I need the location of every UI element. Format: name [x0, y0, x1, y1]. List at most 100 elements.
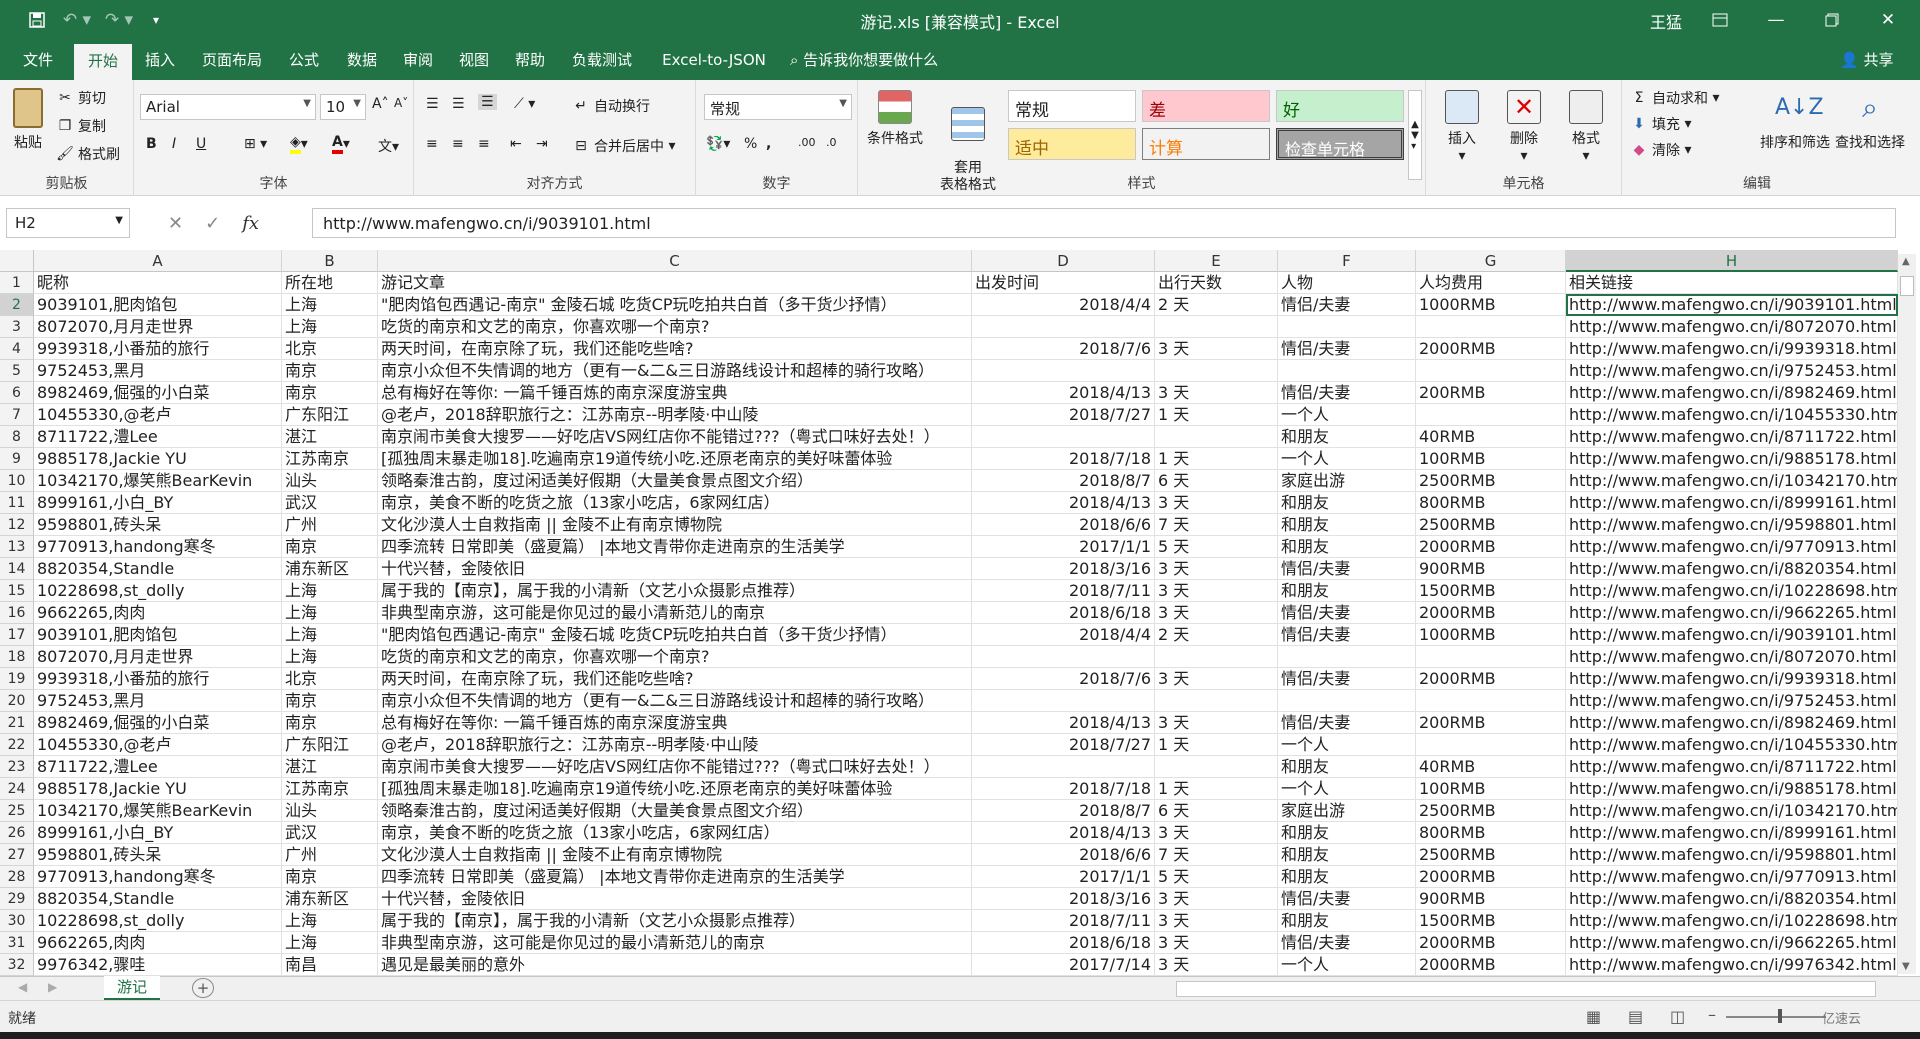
tell-me-search[interactable]: ⌕ 告诉我你想要做什么 — [790, 40, 938, 80]
table-cell[interactable]: 10455330,@老卢 — [34, 734, 282, 756]
table-cell[interactable]: 浦东新区 — [282, 558, 378, 580]
table-cell[interactable]: 2000RMB — [1416, 536, 1566, 558]
format-cells-button[interactable]: 格式 ▾ — [1558, 90, 1614, 164]
table-cell[interactable]: 和朋友 — [1278, 910, 1416, 932]
column-header-h[interactable]: H — [1566, 250, 1898, 272]
formula-input[interactable]: http://www.mafengwo.cn/i/9039101.html — [312, 208, 1896, 238]
insert-function-icon[interactable]: fx — [242, 213, 259, 234]
select-all-corner[interactable] — [0, 250, 34, 272]
table-cell[interactable]: 2018/6/18 — [972, 932, 1155, 954]
table-cell[interactable]: http://www.mafengwo.cn/i/10228698.html — [1566, 910, 1898, 932]
table-cell[interactable]: 2000RMB — [1416, 668, 1566, 690]
style-neutral[interactable]: 适中 — [1008, 128, 1136, 160]
table-cell[interactable]: 7 天 — [1155, 514, 1278, 536]
table-cell[interactable]: 1 天 — [1155, 448, 1278, 470]
table-cell[interactable]: 10228698,st_dolly — [34, 580, 282, 602]
phonetic-icon[interactable]: 文▾ — [378, 136, 399, 156]
table-cell[interactable]: 一个人 — [1278, 734, 1416, 756]
table-cell[interactable]: 两天时间，在南京除了玩，我们还能吃些啥? — [378, 668, 972, 690]
row-header-24[interactable]: 24 — [0, 778, 34, 800]
table-cell[interactable]: 十代兴替，金陵依旧 — [378, 888, 972, 910]
row-header-30[interactable]: 30 — [0, 910, 34, 932]
row-header-3[interactable]: 3 — [0, 316, 34, 338]
table-cell[interactable] — [1278, 360, 1416, 382]
table-cell[interactable]: 2018/4/13 — [972, 822, 1155, 844]
autosum-button[interactable]: Σ 自动求和 ▾ — [1630, 88, 1720, 108]
table-cell[interactable]: 一个人 — [1278, 404, 1416, 426]
table-cell[interactable]: 情侣/夫妻 — [1278, 294, 1416, 316]
table-cell[interactable]: 和朋友 — [1278, 756, 1416, 778]
table-cell[interactable]: 2018/6/6 — [972, 514, 1155, 536]
restore-icon[interactable] — [1804, 0, 1860, 40]
style-calculation[interactable]: 计算 — [1142, 128, 1270, 160]
table-cell[interactable]: 10342170,爆笑熊BearKevin — [34, 470, 282, 492]
table-cell[interactable]: 1500RMB — [1416, 910, 1566, 932]
table-cell[interactable]: 遇见是最美丽的意外 — [378, 954, 972, 976]
tab-view[interactable]: 视图 — [452, 40, 496, 80]
bold-button[interactable]: B — [146, 136, 157, 152]
table-cell[interactable]: 2500RMB — [1416, 800, 1566, 822]
style-check-cell[interactable]: 检查单元格 — [1276, 128, 1404, 160]
table-cell[interactable]: 2018/6/6 — [972, 844, 1155, 866]
table-cell[interactable]: 一个人 — [1278, 448, 1416, 470]
column-header-e[interactable]: E — [1155, 250, 1278, 272]
table-cell[interactable] — [1416, 690, 1566, 712]
tab-load-test[interactable]: 负载测试 — [566, 40, 638, 80]
italic-button[interactable]: I — [172, 136, 176, 152]
table-cell[interactable]: 领略秦淮古韵，度过闲适美好假期（大量美食景点图文介绍） — [378, 800, 972, 822]
table-cell[interactable]: 和朋友 — [1278, 492, 1416, 514]
row-header-15[interactable]: 15 — [0, 580, 34, 602]
column-header-g[interactable]: G — [1416, 250, 1566, 272]
align-left-icon[interactable]: ≡ — [426, 136, 438, 152]
table-cell[interactable]: 3 天 — [1155, 822, 1278, 844]
table-cell[interactable]: 2500RMB — [1416, 514, 1566, 536]
column-header-c[interactable]: C — [378, 250, 972, 272]
table-cell[interactable]: 上海 — [282, 910, 378, 932]
table-cell[interactable]: 汕头 — [282, 470, 378, 492]
table-cell[interactable]: 2018/4/13 — [972, 712, 1155, 734]
table-cell[interactable]: http://www.mafengwo.cn/i/9770913.html — [1566, 866, 1898, 888]
table-cell[interactable]: 南京，美食不断的吃货之旅（13家小吃店，6家网红店） — [378, 822, 972, 844]
row-header-25[interactable]: 25 — [0, 800, 34, 822]
table-cell[interactable]: http://www.mafengwo.cn/i/8999161.html — [1566, 822, 1898, 844]
table-cell[interactable]: http://www.mafengwo.cn/i/9662265.html — [1566, 932, 1898, 954]
row-header-1[interactable]: 1 — [0, 272, 34, 294]
table-cell[interactable]: 200RMB — [1416, 712, 1566, 734]
table-cell[interactable]: 10342170,爆笑熊BearKevin — [34, 800, 282, 822]
table-cell[interactable]: 江苏南京 — [282, 448, 378, 470]
table-cell[interactable]: 和朋友 — [1278, 536, 1416, 558]
table-cell[interactable]: 3 天 — [1155, 954, 1278, 976]
table-cell[interactable]: 5 天 — [1155, 536, 1278, 558]
currency-icon[interactable]: 💱▾ — [706, 136, 730, 152]
table-cell[interactable]: 2018/7/18 — [972, 778, 1155, 800]
table-cell[interactable]: 8982469,倔强的小白菜 — [34, 382, 282, 404]
table-cell[interactable]: 8072070,月月走世界 — [34, 316, 282, 338]
table-cell[interactable]: 上海 — [282, 580, 378, 602]
style-bad[interactable]: 差 — [1142, 90, 1270, 122]
table-cell[interactable]: 8072070,月月走世界 — [34, 646, 282, 668]
table-cell[interactable]: 40RMB — [1416, 756, 1566, 778]
insert-cells-button[interactable]: 插入 ▾ — [1434, 90, 1490, 164]
table-cell[interactable]: 文化沙漠人士自救指南 || 金陵不止有南京博物院 — [378, 844, 972, 866]
tab-page-layout[interactable]: 页面布局 — [196, 40, 268, 80]
table-cell[interactable]: http://www.mafengwo.cn/i/9939318.html — [1566, 338, 1898, 360]
row-header-4[interactable]: 4 — [0, 338, 34, 360]
table-cell[interactable]: http://www.mafengwo.cn/i/9939318.html — [1566, 668, 1898, 690]
table-cell[interactable]: http://www.mafengwo.cn/i/10342170.html — [1566, 470, 1898, 492]
tab-insert[interactable]: 插入 — [138, 40, 182, 80]
table-cell[interactable]: 总有梅好在等你: 一篇千锤百炼的南京深度游宝典 — [378, 712, 972, 734]
decrease-indent-icon[interactable]: ⇤ — [510, 136, 522, 152]
table-cell[interactable]: 2 天 — [1155, 624, 1278, 646]
header-cell[interactable]: 所在地 — [282, 272, 378, 294]
table-cell[interactable]: http://www.mafengwo.cn/i/8072070.html — [1566, 646, 1898, 668]
table-cell[interactable] — [1155, 690, 1278, 712]
sheet-nav-right-icon[interactable]: ▶ — [48, 980, 57, 994]
table-cell[interactable]: "肥肉馅包西遇记-南京" 金陵石城 吃货CP玩吃拍共白首（多干货少抒情） — [378, 624, 972, 646]
table-cell[interactable]: 和朋友 — [1278, 514, 1416, 536]
decrease-font-icon[interactable]: A˅ — [394, 96, 408, 110]
table-cell[interactable]: 上海 — [282, 624, 378, 646]
table-cell[interactable]: http://www.mafengwo.cn/i/8820354.html — [1566, 558, 1898, 580]
table-cell[interactable]: 800RMB — [1416, 492, 1566, 514]
cancel-icon[interactable]: ✕ — [168, 213, 183, 234]
table-cell[interactable]: 南京，美食不断的吃货之旅（13家小吃店，6家网红店） — [378, 492, 972, 514]
